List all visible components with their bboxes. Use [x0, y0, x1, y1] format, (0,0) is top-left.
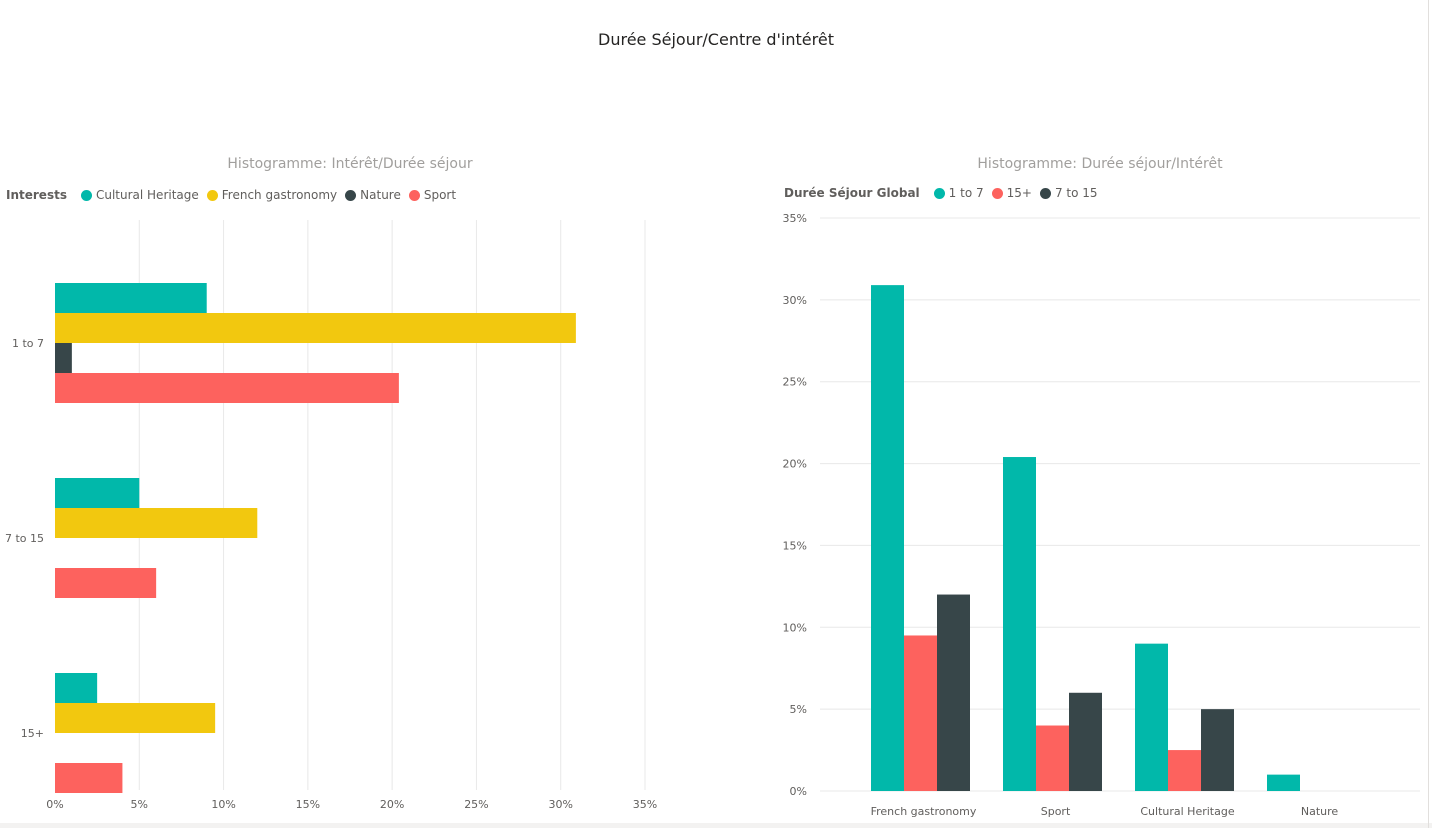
x-tick-label: 25%	[464, 798, 488, 811]
bar-7-to-15	[1069, 692, 1102, 791]
left-bar-chart: 0% 5% 10% 15% 20% 25% 30% 35% 1 to 7 7 to 15 15+	[5, 220, 657, 811]
x-tick-label: 0%	[46, 798, 63, 811]
bar-7-to-15	[937, 594, 970, 791]
y-tick-label: 0%	[790, 785, 807, 798]
bar-1-to-7	[871, 285, 904, 791]
y-tick-label: 15%	[783, 539, 807, 552]
y-category-label: 1 to 7	[12, 337, 44, 350]
x-tick-label: 15%	[296, 798, 320, 811]
bar-french-gastronomy	[55, 313, 576, 343]
bar-french-gastronomy	[55, 703, 216, 733]
bar-sport	[55, 373, 399, 403]
x-category-label: Nature	[1301, 805, 1339, 818]
x-tick-label: 10%	[211, 798, 235, 811]
bar-7-to-15	[1201, 709, 1234, 791]
y-tick-label: 5%	[790, 703, 807, 716]
y-tick-label: 10%	[783, 621, 807, 634]
bar-cultural-heritage	[55, 283, 207, 313]
x-tick-label: 20%	[380, 798, 404, 811]
x-tick-label: 5%	[131, 798, 148, 811]
y-tick-label: 20%	[783, 458, 807, 471]
bar-15-	[1036, 725, 1069, 791]
x-tick-label: 35%	[633, 798, 657, 811]
x-category-label: French gastronomy	[871, 805, 977, 818]
x-tick-label: 30%	[548, 798, 572, 811]
y-tick-label: 25%	[783, 376, 807, 389]
x-category-label: Sport	[1041, 805, 1071, 818]
bar-nature	[55, 343, 72, 373]
y-category-label: 15+	[21, 727, 44, 740]
bar-15-	[1168, 750, 1201, 791]
bar-1-to-7	[1003, 457, 1036, 791]
bar-1-to-7	[1135, 643, 1168, 791]
right-chart-panel[interactable]: Histogramme: Durée séjour/Intérêt Durée …	[770, 150, 1430, 820]
x-category-label: Cultural Heritage	[1140, 805, 1234, 818]
bar-15-	[904, 635, 937, 791]
right-bar-chart: 0% 5% 10% 15% 20% 25% 30% 35% French gastronomy S…	[783, 212, 1420, 818]
bar-cultural-heritage	[55, 673, 98, 703]
left-chart-panel[interactable]: Histogramme: Intérêt/Durée séjour Intere…	[0, 150, 700, 820]
page-right-border	[1428, 0, 1429, 828]
bar-sport	[55, 568, 157, 598]
bar-1-to-7	[1267, 774, 1300, 791]
bar-sport	[55, 763, 123, 793]
y-category-label: 7 to 15	[5, 532, 44, 545]
y-tick-label: 30%	[783, 294, 807, 307]
page-bottom-divider	[0, 823, 1432, 828]
page-title: Durée Séjour/Centre d'intérêt	[598, 30, 834, 49]
bar-cultural-heritage	[55, 478, 140, 508]
y-tick-label: 35%	[783, 212, 807, 225]
bar-french-gastronomy	[55, 508, 258, 538]
